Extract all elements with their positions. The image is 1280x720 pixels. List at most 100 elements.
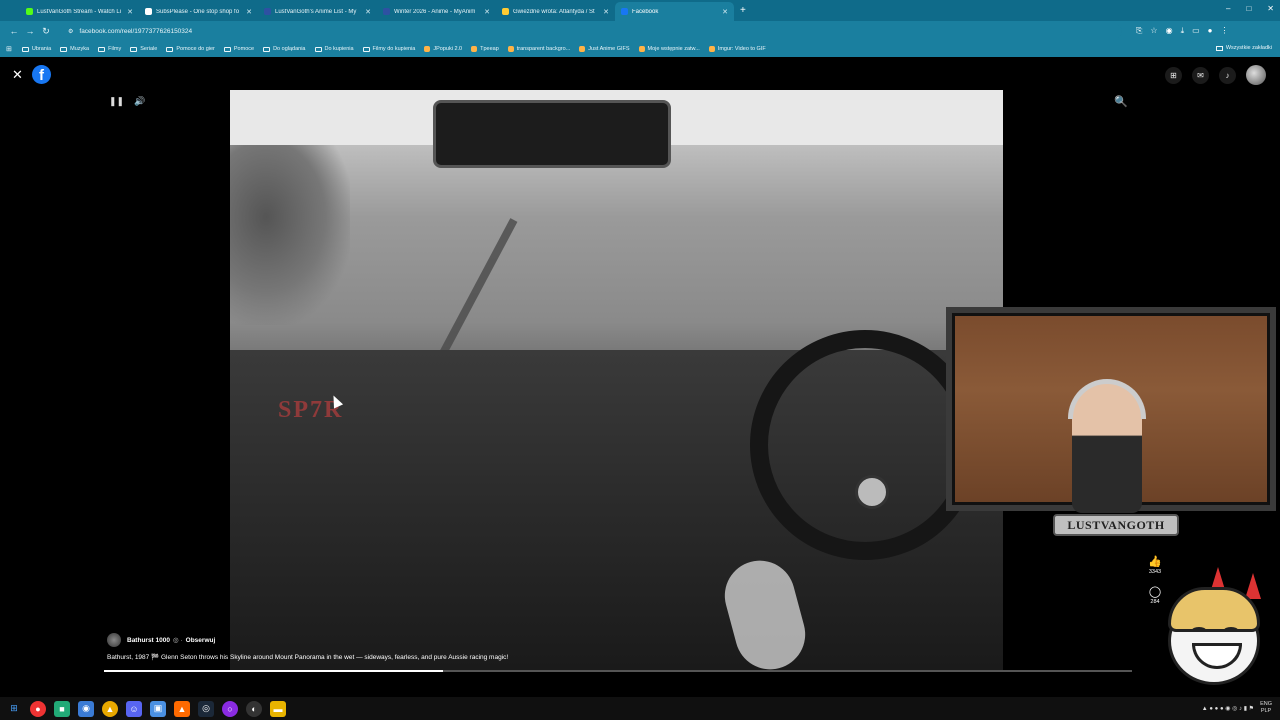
browser-tab[interactable]: LustVanGoth's Anime List - My ✕: [258, 2, 377, 21]
bookmark-item[interactable]: Just Anime GIFS: [579, 46, 630, 52]
bookmark-item[interactable]: Seriale: [130, 46, 157, 52]
bookmark-item[interactable]: Filmy do kupienia: [362, 46, 416, 52]
bookmark-item[interactable]: Filmy: [98, 46, 121, 52]
install-icon[interactable]: ⎘: [1136, 26, 1142, 36]
app-icon-blue[interactable]: ◉: [78, 700, 94, 717]
page-avatar[interactable]: [107, 633, 121, 647]
grid-icon[interactable]: ⊞: [1165, 66, 1182, 84]
bookmark-item[interactable]: Imgur: Video to GIF: [708, 46, 766, 52]
app-icon-yellow[interactable]: ▲: [102, 700, 118, 717]
bookmark-list: Ubrania Muzyka Filmy Seriale Pomoce do gier P…: [21, 46, 775, 52]
bookmark-favicon-icon: [638, 46, 645, 52]
tab-favicon-icon: [502, 8, 509, 15]
bookmark-item[interactable]: Do oglądania: [263, 46, 306, 52]
tab-close-icon[interactable]: ✕: [246, 8, 252, 16]
vlc-icon[interactable]: ▲: [174, 700, 190, 717]
steering-hub: [855, 475, 889, 509]
downloads-icon[interactable]: ⤓: [1181, 26, 1185, 36]
browser-tab[interactable]: Gwiezdne wrota: Atlantyda / St ✕: [496, 2, 615, 21]
browser-tab[interactable]: SubsPlease - One stop shop fo ✕: [139, 2, 258, 21]
folder-icon: [1215, 45, 1223, 51]
side-panel-icon[interactable]: ▭: [1192, 26, 1200, 36]
folder-icon: [362, 46, 370, 52]
address-bar[interactable]: ⚙ facebook.com/reel/1977377626150324: [60, 23, 1122, 39]
close-window-button[interactable]: ✕: [1267, 4, 1274, 13]
video-progress-bar[interactable]: [104, 670, 1132, 672]
profile-avatar[interactable]: [1246, 65, 1266, 85]
obs-icon[interactable]: ◐: [246, 700, 262, 717]
close-icon[interactable]: ✕: [12, 67, 23, 83]
tab-strip: LustVanGoth Stream - Watch Li ✕ SubsPlease…: [20, 2, 734, 21]
back-button[interactable]: ←: [6, 26, 22, 36]
new-tab-button[interactable]: +: [740, 5, 746, 16]
apps-icon[interactable]: ⊞: [6, 45, 12, 53]
page-name[interactable]: Bathurst 1000: [127, 637, 170, 644]
extension-icon[interactable]: ◉: [1166, 26, 1173, 36]
bookmarks-bar: ⊞ Ubrania Muzyka Filmy Seriale Pomoce do gie…: [0, 41, 1280, 57]
tab-label: LustVanGoth's Anime List - My: [275, 8, 357, 15]
reel-video[interactable]: SP7R: [230, 90, 1003, 670]
bookmark-star-icon[interactable]: ☆: [1150, 26, 1157, 36]
verified-icon: ◎ ·: [173, 637, 183, 644]
pause-icon[interactable]: ❚❚: [109, 96, 124, 107]
tab-close-icon[interactable]: ✕: [365, 8, 371, 16]
maximize-button[interactable]: □: [1246, 4, 1251, 13]
discord-icon[interactable]: ☺: [126, 700, 142, 717]
browser-tab[interactable]: LustVanGoth Stream - Watch Li ✕: [20, 2, 139, 21]
tab-close-icon[interactable]: ✕: [722, 8, 728, 16]
roadside-trees: [230, 145, 350, 325]
bookmark-label: Filmy do kupienia: [372, 46, 416, 52]
streamer-mascot-sticker: [1150, 567, 1272, 697]
bookmark-item[interactable]: Pomoce do gier: [166, 46, 215, 52]
messenger-icon[interactable]: ✉: [1192, 66, 1209, 84]
search-icon[interactable]: 🔍: [1114, 95, 1128, 108]
tab-favicon-icon: [26, 8, 33, 15]
site-info-icon[interactable]: ⚙: [68, 28, 73, 35]
tab-close-icon[interactable]: ✕: [603, 8, 609, 16]
steam-icon[interactable]: ◎: [198, 700, 214, 717]
app-icon-purple[interactable]: ○: [222, 700, 238, 717]
tab-close-icon[interactable]: ✕: [127, 8, 133, 16]
folder-icon: [130, 46, 138, 52]
reload-button[interactable]: ↻: [38, 26, 54, 37]
app-icon-store[interactable]: ▣: [150, 700, 166, 717]
profile-icon[interactable]: ●: [1208, 26, 1213, 36]
start-icon[interactable]: ⊞: [6, 700, 22, 717]
bell-icon[interactable]: ♪: [1219, 66, 1236, 84]
tray-icons[interactable]: ▲ ● ● ● ◉ ◎ ♪ ▮ ⚑: [1202, 705, 1254, 712]
bookmark-item[interactable]: Tpeeap: [471, 46, 499, 52]
bookmark-label: Pomoce do gier: [176, 46, 215, 52]
bookmark-item[interactable]: Ubrania: [21, 46, 52, 52]
chrome-icon[interactable]: ●: [30, 700, 46, 717]
volume-icon[interactable]: 🔊: [134, 96, 145, 107]
tab-favicon-icon: [383, 8, 390, 15]
bookmark-item[interactable]: transparent backgro...: [507, 46, 570, 52]
tab-favicon-icon: [621, 8, 628, 15]
bookmark-label: Ubrania: [31, 46, 52, 52]
follow-button[interactable]: Obserwuj: [186, 637, 216, 644]
bookmark-item[interactable]: Moje wstępnie zatw...: [638, 46, 700, 52]
facebook-logo[interactable]: f: [32, 65, 51, 84]
menu-icon[interactable]: ⋮: [1221, 26, 1229, 36]
app-icon-green[interactable]: ■: [54, 700, 70, 717]
tab-close-icon[interactable]: ✕: [484, 8, 490, 16]
bookmark-favicon-icon: [708, 46, 715, 52]
forward-button[interactable]: →: [22, 26, 38, 36]
all-bookmarks[interactable]: Wszystkie zakładki: [1215, 45, 1272, 51]
minimize-button[interactable]: –: [1226, 4, 1230, 13]
bookmark-item[interactable]: Muzyka: [60, 46, 89, 52]
tab-label: Facebook: [632, 8, 659, 15]
file-explorer-icon[interactable]: ▬: [270, 700, 286, 717]
bookmark-item[interactable]: JPopuki 2.0: [424, 46, 462, 52]
bookmark-item[interactable]: Pomoce: [223, 46, 254, 52]
browser-tab[interactable]: Winter 2026 - Anime - MyAnim ✕: [377, 2, 496, 21]
bookmark-item[interactable]: Do kupienia: [314, 46, 354, 52]
folder-icon: [98, 46, 106, 52]
language-indicator[interactable]: ENG PLP: [1260, 701, 1272, 715]
reel-meta: Bathurst 1000 ◎ · Obserwuj Bathurst, 198…: [107, 633, 508, 661]
browser-tab[interactable]: Facebook ✕: [615, 2, 734, 21]
bookmark-favicon-icon: [579, 46, 586, 52]
browser-nav-bar: ← → ↻ ⚙ facebook.com/reel/19773776261503…: [0, 21, 1280, 41]
mascot-horn-right: [1245, 573, 1261, 599]
url-text: facebook.com/reel/1977377626150324: [79, 27, 193, 35]
